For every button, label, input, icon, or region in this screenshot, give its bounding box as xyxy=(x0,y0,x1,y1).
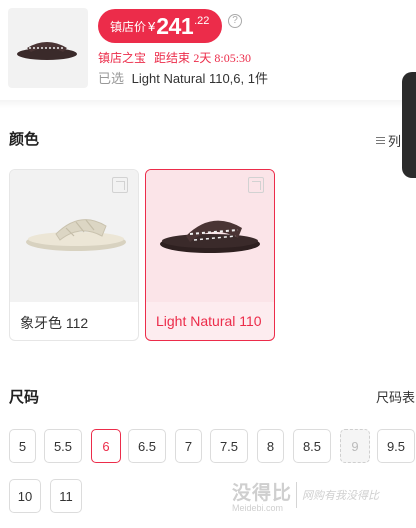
size-option-disabled: 9 xyxy=(340,429,370,463)
side-panel-handle[interactable] xyxy=(402,72,416,178)
color-section-title: 颜色 xyxy=(9,131,40,148)
currency-symbol: ¥ xyxy=(148,18,156,34)
price-integer: 241 xyxy=(156,12,194,39)
list-icon xyxy=(376,135,385,146)
color-option-name: Light Natural 110 xyxy=(156,313,262,329)
expand-icon[interactable] xyxy=(112,177,128,193)
sandal-thumbnail-image xyxy=(17,42,77,60)
promo-badge: 镇店之宝 xyxy=(98,51,147,65)
promo-line: 镇店之宝 距结束 2天 8:05:30 xyxy=(98,49,251,66)
product-thumbnail xyxy=(8,8,88,88)
size-option[interactable]: 9.5 xyxy=(377,429,415,463)
list-toggle-label: 列 xyxy=(388,134,402,149)
countdown-label: 距结束 xyxy=(154,51,191,65)
size-option[interactable]: 5.5 xyxy=(44,429,82,463)
size-option[interactable]: 5 xyxy=(9,429,36,463)
size-option[interactable]: 8 xyxy=(257,429,284,463)
price-badge: 镇店价 ¥ 241 .22 xyxy=(98,9,222,43)
watermark: 没得比 Meidebi.com 网购有我没得比 xyxy=(232,476,412,516)
price-decimal: .22 xyxy=(194,15,210,27)
watermark-divider xyxy=(296,482,297,508)
selected-value: Light Natural 110,6, 1件 xyxy=(131,71,268,86)
watermark-slogan: 网购有我没得比 xyxy=(302,490,379,502)
size-option[interactable]: 10 xyxy=(9,479,41,513)
size-option[interactable]: 7.5 xyxy=(210,429,248,463)
expand-icon[interactable] xyxy=(248,177,264,193)
help-icon[interactable]: ? xyxy=(228,14,242,28)
selected-summary: 已选 Light Natural 110,6, 1件 xyxy=(98,68,268,87)
color-option-ivory[interactable]: 象牙色 112 xyxy=(9,169,139,341)
size-option[interactable]: 8.5 xyxy=(293,429,331,463)
size-option[interactable]: 11 xyxy=(50,479,82,513)
product-summary-header: 镇店价 ¥ 241 .22 ? 镇店之宝 距结束 2天 8:05:30 已选 Li… xyxy=(0,0,416,100)
color-option-name: 象牙色 112 xyxy=(20,315,89,331)
list-view-toggle[interactable]: 列 xyxy=(376,131,401,150)
header-divider xyxy=(0,100,416,108)
watermark-domain: Meidebi.com xyxy=(232,503,284,513)
price-label: 镇店价 xyxy=(110,19,147,34)
selected-prefix: 已选 xyxy=(98,71,125,86)
color-option-light-natural[interactable]: Light Natural 110 xyxy=(145,169,275,341)
size-option[interactable]: 7 xyxy=(175,429,202,463)
size-option[interactable]: 6.5 xyxy=(128,429,166,463)
size-option-selected[interactable]: 6 xyxy=(91,429,121,463)
countdown-timer: 2天 8:05:30 xyxy=(193,51,252,65)
size-section-title: 尺码 xyxy=(9,389,40,406)
size-chart-link[interactable]: 尺码表 xyxy=(376,387,415,406)
watermark-brand: 没得比 xyxy=(232,483,293,504)
